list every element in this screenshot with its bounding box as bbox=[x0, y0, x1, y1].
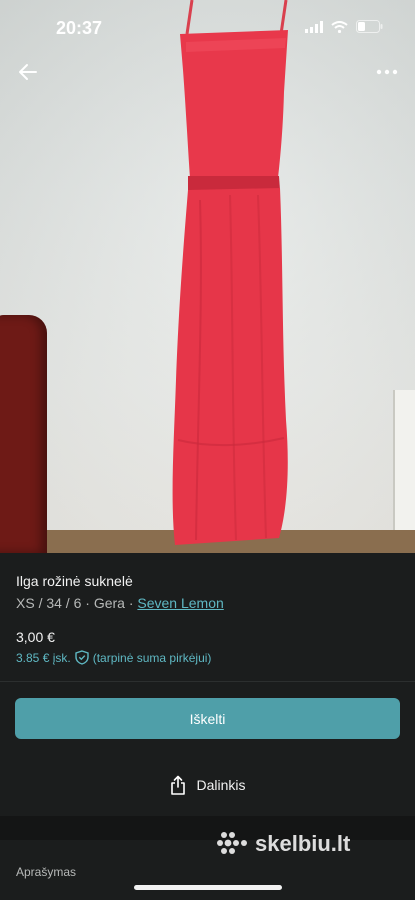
wifi-icon bbox=[331, 20, 348, 33]
skelbiu-logo-icon bbox=[217, 832, 247, 854]
buyer-fee[interactable]: 3.85 € įsk. (tarpinė suma pirkėjui) bbox=[16, 650, 211, 665]
watermark-text: skelbiu.lt bbox=[255, 831, 351, 856]
status-bar: 20:37 bbox=[0, 0, 415, 56]
size-condition: XS / 34 / 6 · Gera · bbox=[16, 595, 138, 611]
status-icons bbox=[305, 20, 383, 33]
listing-photo[interactable] bbox=[0, 0, 415, 553]
signal-icon bbox=[305, 20, 323, 33]
listing-details: Ilga rožinė suknelė XS / 34 / 6 · Gera ·… bbox=[0, 553, 415, 900]
watermark: skelbiu.lt bbox=[215, 831, 350, 857]
fee-note: (tarpinė suma pirkėjui) bbox=[92, 650, 212, 665]
status-time: 20:37 bbox=[56, 18, 103, 38]
more-icon bbox=[376, 69, 398, 75]
home-indicator[interactable] bbox=[134, 885, 282, 890]
back-button[interactable] bbox=[14, 58, 42, 86]
section-separator bbox=[0, 816, 415, 840]
bump-button[interactable]: Iškelti bbox=[15, 698, 400, 739]
listing-meta: XS / 34 / 6 · Gera · Seven Lemon bbox=[16, 595, 224, 611]
dress-illustration bbox=[172, 0, 288, 545]
fee-total: 3.85 € įsk. bbox=[16, 650, 71, 665]
arrow-left-icon bbox=[19, 64, 37, 80]
shield-check-icon bbox=[75, 650, 89, 665]
price: 3,00 € bbox=[16, 629, 55, 645]
battery-icon bbox=[356, 20, 383, 33]
share-icon bbox=[171, 775, 186, 795]
more-options-button[interactable] bbox=[373, 58, 401, 86]
listing-title: Ilga rožinė suknelė bbox=[16, 573, 133, 589]
description-label: Aprašymas bbox=[16, 865, 77, 879]
brand-link[interactable]: Seven Lemon bbox=[137, 595, 223, 611]
divider bbox=[0, 681, 415, 682]
share-label: Dalinkis bbox=[196, 777, 246, 793]
share-button[interactable]: Dalinkis bbox=[0, 764, 415, 806]
